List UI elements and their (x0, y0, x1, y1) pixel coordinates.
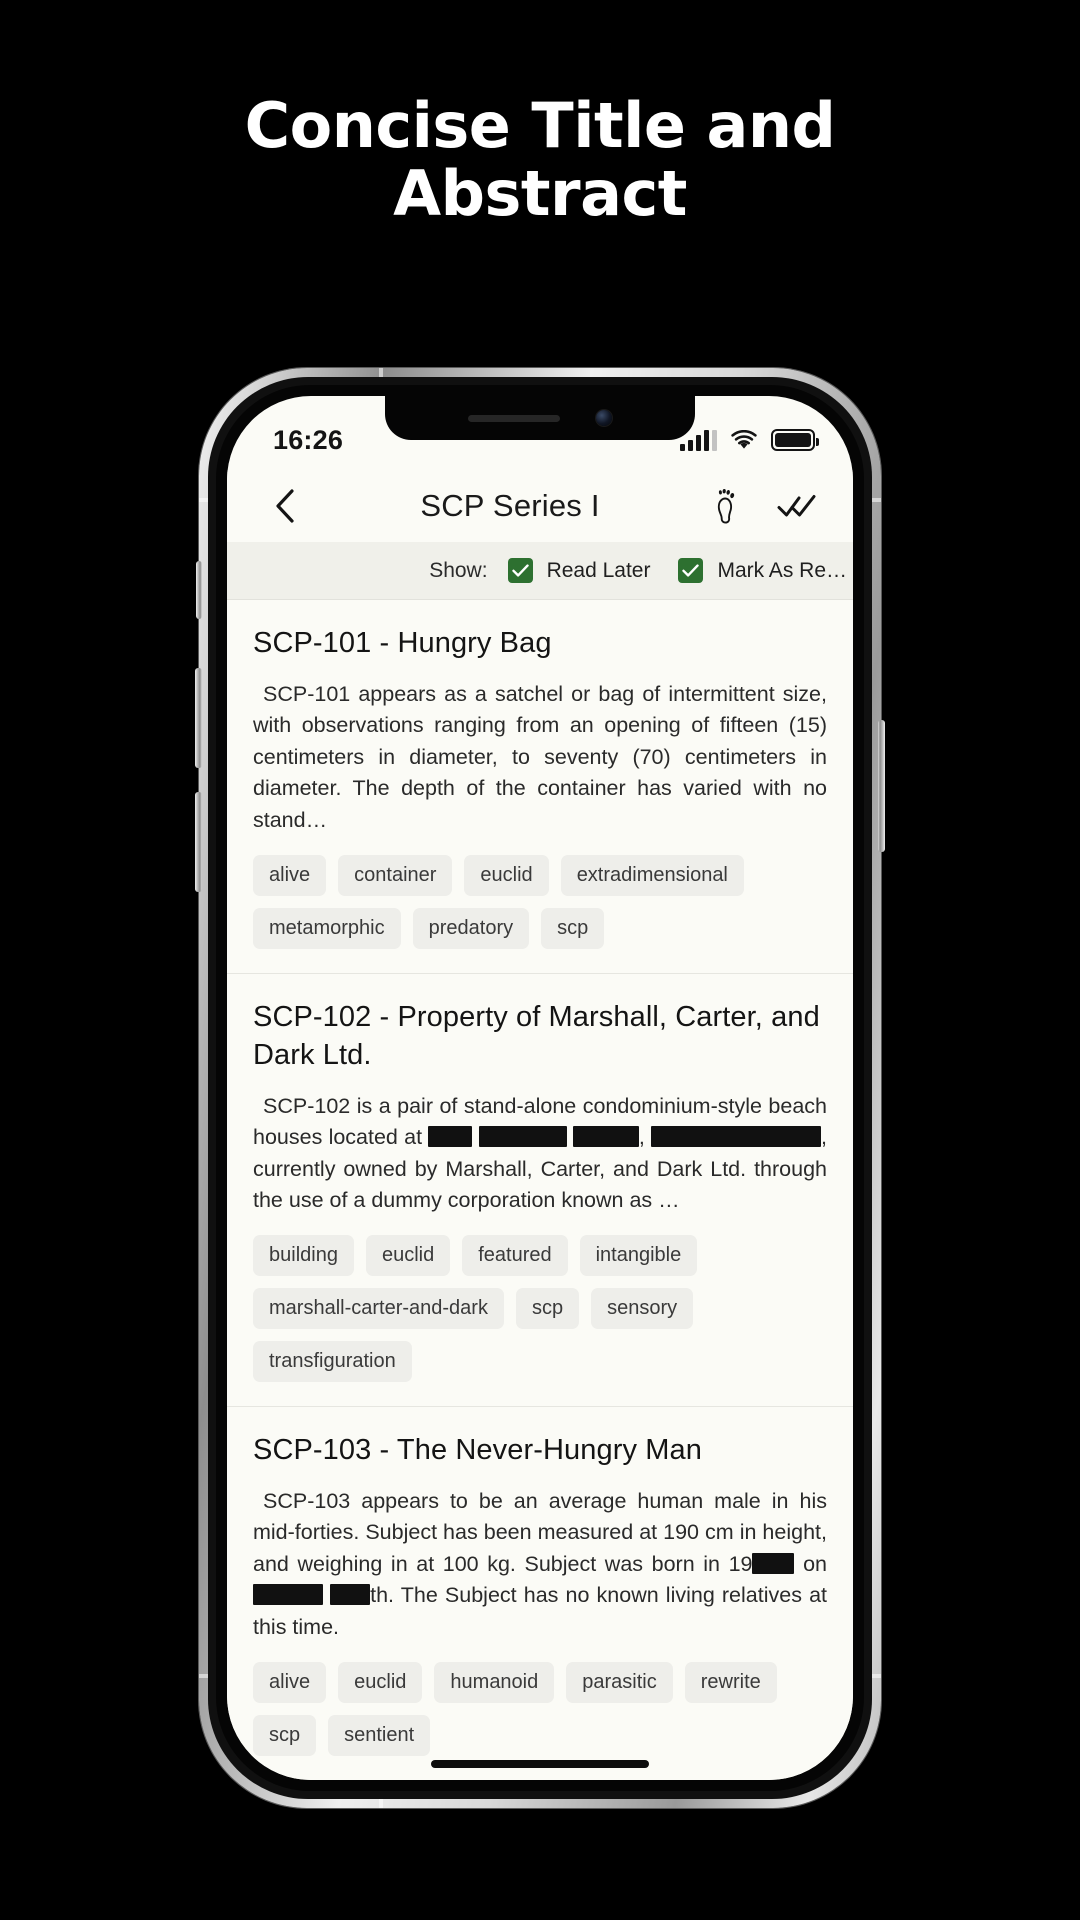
poster-headline: Concise Title and Abstract (0, 89, 1080, 231)
tag-chip[interactable]: alive (253, 854, 327, 896)
tag-chip[interactable]: extradimensional (560, 854, 744, 896)
check-icon (511, 564, 529, 577)
power-button[interactable] (878, 720, 885, 852)
filter-label-mark-as-read: Mark As Re… (717, 558, 847, 582)
tag-chip[interactable]: rewrite (684, 1661, 777, 1703)
article-title: SCP-101 - Hungry Bag (253, 627, 552, 659)
phone-screen: 16:26 SCP Series I Show: Read Later Mark… (227, 396, 853, 1780)
volume-down-button[interactable] (195, 792, 202, 892)
checkbox-read-later[interactable] (507, 558, 533, 583)
antenna-band (199, 498, 208, 502)
redacted-block (752, 1552, 795, 1574)
antenna-band (872, 498, 881, 502)
antenna-band (872, 1674, 881, 1678)
article-tags: alive container euclid extradimensional meta… (253, 854, 827, 965)
redacted-block (428, 1126, 473, 1148)
article-list[interactable]: SCP-101 - Hungry Bag SCP-101 appears as a… (227, 600, 853, 1780)
article-title: SCP-103 - The Never-Hungry Man (253, 1434, 702, 1467)
back-button[interactable] (257, 488, 313, 524)
device-notch (385, 396, 695, 440)
chevron-left-icon (276, 489, 294, 523)
filter-mark-as-read[interactable]: Mark As Re… (678, 558, 847, 583)
tag-chip[interactable]: metamorphic (253, 907, 401, 949)
article-abstract: SCP-101 appears as a satchel or bag of i… (253, 681, 827, 832)
footprint-button[interactable] (707, 486, 747, 526)
tag-chip[interactable]: euclid (464, 854, 549, 896)
headline-line-1: Concise Title and (244, 89, 836, 162)
antenna-band (199, 1674, 208, 1678)
redacted-block (253, 1584, 323, 1606)
check-icon (682, 564, 700, 577)
tag-chip[interactable]: marshall-carter-and-dark (253, 1288, 504, 1330)
redacted-block (330, 1584, 371, 1606)
article-abstract: SCP-103 appears to be an average human m… (253, 1488, 827, 1639)
antenna-band (379, 368, 383, 377)
filter-read-later[interactable]: Read Later (507, 558, 651, 583)
redacted-block (478, 1126, 567, 1148)
phone-device: 16:26 SCP Series I Show: Read Later Mark… (195, 368, 885, 1808)
redacted-block (572, 1126, 639, 1148)
earpiece-speaker (468, 414, 560, 422)
filter-label-read-later: Read Later (546, 558, 651, 582)
battery-full-icon (771, 429, 819, 451)
tag-chip[interactable]: humanoid (434, 1661, 555, 1703)
front-camera (596, 410, 612, 426)
tag-chip[interactable]: predatory (412, 907, 530, 949)
article-card[interactable]: SCP-101 - Hungry Bag SCP-101 appears as a… (227, 600, 853, 974)
article-abstract: SCP-102 is a pair of stand-alone condomi… (253, 1093, 828, 1213)
page-title: SCP Series I (420, 488, 600, 523)
tag-chip[interactable]: alive (253, 1661, 327, 1703)
tag-chip[interactable]: building (253, 1235, 354, 1277)
filter-bar: Show: Read Later Mark As Re… (227, 542, 853, 600)
tag-chip[interactable]: sensory (591, 1288, 694, 1330)
checkbox-mark-as-read[interactable] (678, 558, 704, 583)
tag-chip[interactable]: intangible (579, 1235, 698, 1277)
show-label: Show: (429, 558, 488, 582)
home-indicator[interactable] (431, 1760, 649, 1768)
mark-all-read-button[interactable] (777, 486, 817, 526)
tag-chip[interactable]: container (338, 854, 453, 896)
volume-up-button[interactable] (195, 668, 202, 768)
article-card[interactable]: SCP-102 - Property of Marshall, Carter, … (227, 974, 853, 1408)
tag-chip[interactable]: parasitic (566, 1661, 673, 1703)
status-bar-indicators (680, 429, 819, 451)
antenna-band (379, 1799, 383, 1808)
footprint-icon (717, 489, 735, 524)
redacted-block (651, 1126, 822, 1148)
article-tags: building euclid featured intangible marshall… (253, 1235, 827, 1398)
app-nav-bar: SCP Series I (227, 470, 853, 542)
tag-chip[interactable]: sentient (328, 1714, 431, 1756)
article-tags: alive euclid humanoid parasitic rewrite scp se… (253, 1661, 827, 1772)
nav-actions (707, 486, 823, 526)
tag-chip[interactable]: euclid (338, 1661, 423, 1703)
wifi-icon (731, 429, 757, 449)
silent-switch-button[interactable] (196, 561, 202, 619)
double-check-icon (777, 495, 816, 517)
headline-line-2: Abstract (393, 157, 687, 231)
article-card[interactable]: SCP-103 - The Never-Hungry Man SCP-103 ap… (227, 1407, 853, 1780)
tag-chip[interactable]: transfiguration (253, 1341, 412, 1383)
status-bar-clock: 16:26 (273, 424, 344, 455)
tag-chip[interactable]: scp (253, 1714, 317, 1756)
tag-chip[interactable]: euclid (365, 1235, 451, 1277)
tag-chip[interactable]: scp (515, 1288, 580, 1330)
article-title: SCP-102 - Property of Marshall, Carter, … (253, 1000, 820, 1072)
tag-chip[interactable]: featured (462, 1235, 568, 1277)
tag-chip[interactable]: scp (541, 907, 605, 949)
